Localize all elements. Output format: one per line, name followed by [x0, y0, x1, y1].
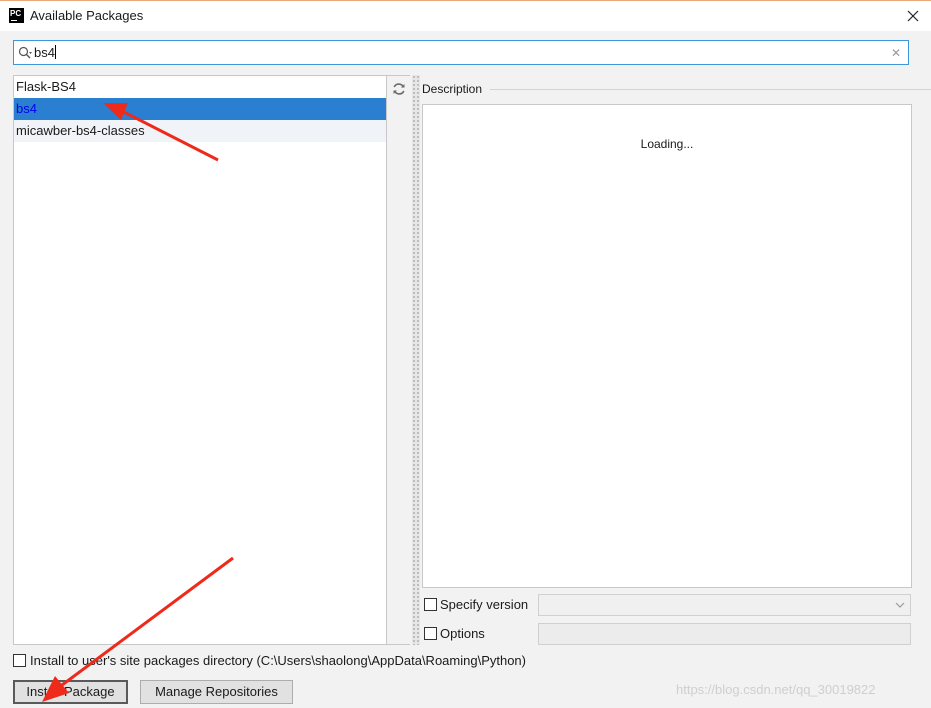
- chevron-down-icon: [895, 602, 905, 608]
- loading-text: Loading...: [640, 137, 694, 151]
- options-label: Options: [440, 626, 485, 641]
- package-name: bs4: [16, 101, 37, 116]
- package-list[interactable]: Flask-BS4 bs4 micawber-bs4-classes: [13, 75, 387, 645]
- package-name: micawber-bs4-classes: [16, 123, 145, 138]
- close-icon: [907, 10, 919, 22]
- options-input[interactable]: [538, 623, 911, 645]
- pycharm-logo-icon: PC: [9, 8, 24, 23]
- search-input[interactable]: bs4 ✕: [13, 40, 909, 65]
- close-button[interactable]: [901, 4, 925, 28]
- description-separator: [490, 89, 931, 90]
- install-package-button[interactable]: Install Package: [13, 680, 128, 704]
- version-select[interactable]: [538, 594, 911, 616]
- description-label: Description: [422, 82, 483, 96]
- description-panel: Loading...: [422, 104, 912, 588]
- specify-version-checkbox[interactable]: [424, 598, 437, 611]
- package-item-micawber-bs4-classes[interactable]: micawber-bs4-classes: [14, 120, 386, 142]
- package-item-bs4[interactable]: bs4: [14, 98, 386, 120]
- package-item-flask-bs4[interactable]: Flask-BS4: [14, 76, 386, 98]
- package-name: Flask-BS4: [16, 79, 76, 94]
- watermark: https://blog.csdn.net/qq_30019822: [676, 682, 876, 697]
- install-to-user-label: Install to user's site packages director…: [30, 653, 526, 668]
- install-to-user-checkbox[interactable]: [13, 654, 26, 667]
- refresh-icon[interactable]: [392, 82, 406, 96]
- clear-icon[interactable]: ✕: [891, 46, 901, 60]
- search-icon: [18, 46, 32, 59]
- options-checkbox[interactable]: [424, 627, 437, 640]
- panel-splitter[interactable]: [412, 75, 420, 645]
- title-bar: PC Available Packages: [0, 0, 931, 31]
- manage-repositories-button[interactable]: Manage Repositories: [140, 680, 293, 704]
- list-toolbar: [387, 75, 410, 645]
- specify-version-label: Specify version: [440, 597, 529, 612]
- search-value: bs4: [34, 45, 55, 60]
- window-title: Available Packages: [30, 8, 144, 23]
- app-icon-text: PC: [10, 9, 22, 18]
